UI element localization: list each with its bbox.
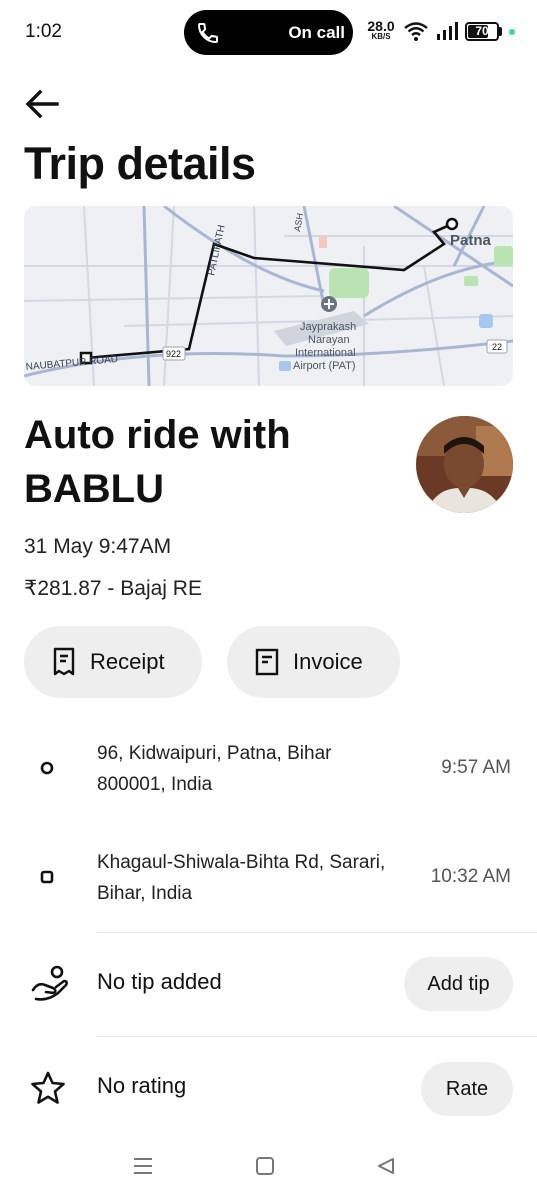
- wifi-icon: [404, 22, 428, 41]
- receipt-button[interactable]: Receipt: [24, 626, 202, 698]
- battery-tip: [499, 27, 502, 36]
- map-label-airport-4: Airport (PAT): [293, 360, 356, 372]
- map-label-naubatpur: NAUBATPUR ROAD: [25, 354, 118, 373]
- map-road-badge-22: 22: [492, 342, 502, 352]
- map-label-patlipath: PATLIPATH: [206, 224, 227, 277]
- add-tip-button[interactable]: Add tip: [404, 957, 513, 1011]
- invoice-label: Invoice: [293, 649, 363, 674]
- network-speed-value: 28.0: [367, 18, 395, 34]
- back-triangle-icon[interactable]: [376, 1156, 396, 1176]
- signal-icon: [437, 22, 458, 40]
- dropoff-square-icon: [40, 870, 54, 884]
- ride-fare: ₹281.87 - Bajaj RE: [24, 577, 202, 600]
- privacy-indicator-dot: [509, 29, 515, 35]
- map-label-ash: ASH: [292, 212, 305, 232]
- map-label-airport-3: International: [295, 347, 356, 359]
- arrow-left-icon: [25, 89, 59, 119]
- driver-avatar[interactable]: [416, 416, 513, 513]
- map-label-airport-2: Narayan: [308, 334, 350, 346]
- battery-icon: 70: [465, 22, 499, 41]
- system-nav-bar: [0, 1140, 537, 1200]
- ride-title: Auto ride with BABLU: [24, 413, 291, 511]
- dropoff-stop: Khagaul-Shiwala-Bihta Rd, Sarari, Bihar,…: [0, 847, 537, 917]
- ride-date: 31 May 9:47AM: [24, 535, 172, 558]
- pickup-time: 9:57 AM: [441, 757, 511, 778]
- invoice-button[interactable]: Invoice: [227, 626, 400, 698]
- network-speed-unit: KB/S: [371, 32, 391, 41]
- receipt-label: Receipt: [90, 649, 165, 674]
- dropoff-address: Khagaul-Shiwala-Bihta Rd, Sarari, Bihar,…: [97, 852, 386, 904]
- divider: [97, 1036, 537, 1037]
- rate-button[interactable]: Rate: [421, 1062, 513, 1116]
- map-label-patna: Patna: [450, 232, 492, 249]
- receipt-icon: [53, 647, 75, 676]
- network-speed: 28.0 KB/S: [366, 19, 396, 41]
- divider: [97, 932, 537, 933]
- pickup-stop: 96, Kidwaipuri, Patna, Bihar 800001, Ind…: [0, 738, 537, 808]
- status-time: 1:02: [25, 21, 62, 42]
- back-button[interactable]: [22, 84, 62, 124]
- dropoff-time: 10:32 AM: [430, 866, 511, 887]
- status-bar: 1:02 On call 28.0 KB/S 70: [0, 0, 537, 64]
- page-title: Trip details: [24, 138, 256, 189]
- pickup-address: 96, Kidwaipuri, Patna, Bihar 800001, Ind…: [97, 743, 332, 795]
- on-call-pill[interactable]: On call: [184, 10, 353, 55]
- home-square-icon[interactable]: [255, 1156, 275, 1176]
- on-call-label: On call: [288, 23, 345, 42]
- map-label-airport-1: Jayprakash: [300, 321, 356, 333]
- star-icon: [31, 1071, 65, 1104]
- menu-icon[interactable]: [132, 1156, 154, 1176]
- trip-route-map[interactable]: Patna Jayprakash Narayan International A…: [24, 206, 513, 386]
- invoice-icon: [255, 648, 279, 676]
- hand-heart-icon: [31, 965, 68, 1001]
- pickup-dot-icon: [40, 761, 54, 775]
- phone-icon: [197, 23, 218, 44]
- tip-status: No tip added: [97, 969, 222, 994]
- map-road-badge-922: 922: [166, 349, 181, 359]
- rating-status: No rating: [97, 1073, 187, 1098]
- battery-level: 70: [475, 24, 489, 38]
